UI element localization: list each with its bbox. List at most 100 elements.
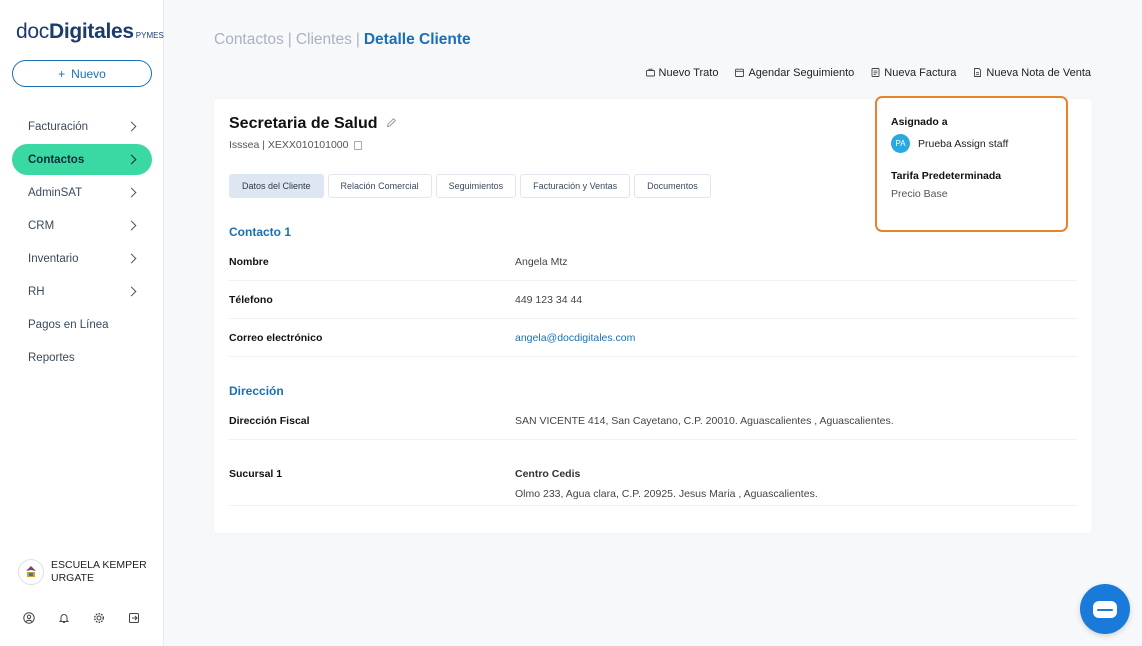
breadcrumb-contactos[interactable]: Contactos [214,31,284,48]
tab-label: Documentos [647,181,698,191]
brand-part1: doc [16,20,49,43]
staff-avatar: PA [891,134,910,153]
company-logo-icon [18,559,44,585]
row-label: Dirección Fiscal [229,415,310,427]
sidebar-item-label: RH [28,285,45,298]
sidebar-item-label: AdminSAT [28,186,83,199]
schedule-followup-label: Agendar Seguimiento [748,67,855,79]
new-button-label: Nuevo [71,66,106,81]
chevron-right-icon [126,220,137,231]
sidebar-item-contactos[interactable]: Contactos [12,144,152,175]
sidebar-item-label: Inventario [28,252,79,265]
sidebar-item-crm[interactable]: CRM [12,210,152,241]
tab-seguimientos[interactable]: Seguimientos [435,174,517,198]
tab-datos-del-cliente[interactable]: Datos del Cliente [229,174,324,198]
chevron-right-icon [126,187,137,198]
row-value: 449 123 34 44 [515,294,583,306]
email-link[interactable]: angela@docdigitales.com [515,332,635,344]
tarifa-value: Precio Base [891,188,948,200]
chevron-right-icon [126,253,137,264]
row-label: Correo electrónico [229,332,323,344]
calendar-icon [735,68,745,79]
new-invoice-label: Nueva Factura [884,67,957,79]
row-value: SAN VICENTE 414, San Cayetano, C.P. 2001… [515,415,894,427]
tab-documentos[interactable]: Documentos [634,174,711,198]
company-name: ESCUELA KEMPER URGATE [51,559,147,584]
row-label: Sucursal 1 [229,468,283,480]
sidebar-item-pagos-en-linea[interactable]: Pagos en Línea [12,309,152,340]
tab-label: Facturación y Ventas [533,181,618,191]
sidebar: doc Digitales PYMES + Nuevo Facturación Co… [0,0,164,646]
assigned-panel: Asignado a PA Prueba Assign staff Tarifa… [875,96,1068,232]
company-switcher[interactable]: ESCUELA KEMPER URGATE [18,559,151,585]
address-row-branch: Sucursal 1 Centro Cedis Olmo 233, Agua c… [229,461,1077,506]
tarifa-title: Tarifa Predeterminada [891,170,1002,182]
sidebar-item-inventario[interactable]: Inventario [12,243,152,274]
assigned-staff[interactable]: PA Prueba Assign staff [891,134,1008,153]
branch-name: Centro Cedis [515,468,581,480]
client-subtitle-row: Isssea | XEXX010101000 [229,139,363,151]
client-subtitle: Isssea | XEXX010101000 [229,139,349,151]
chat-button[interactable] [1080,584,1130,634]
address-row-fiscal: Dirección Fiscal SAN VICENTE 414, San Ca… [229,408,1077,440]
sidebar-item-facturacion[interactable]: Facturación [12,111,152,142]
assigned-title: Asignado a [891,116,948,128]
brand-logo[interactable]: doc Digitales PYMES [16,20,164,44]
contact-row-telefono: Télefono 449 123 34 44 [229,287,1077,319]
brand-part2: Digitales [48,20,134,43]
branch-address: Olmo 233, Agua clara, C.P. 20925. Jesus … [515,488,818,500]
breadcrumb-current: Detalle Cliente [363,31,471,48]
tab-label: Seguimientos [448,181,504,191]
sidebar-nav: Facturación Contactos AdminSAT CRM Inven… [12,111,152,375]
address-section-title: Dirección [229,384,284,398]
row-value: Centro Cedis Olmo 233, Agua clara, C.P. … [515,468,818,500]
contact-row-correo: Correo electrónico angela@docdigitales.c… [229,325,1077,357]
sidebar-item-reportes[interactable]: Reportes [12,342,152,373]
tab-relacion-comercial[interactable]: Relación Comercial [327,174,432,198]
breadcrumb-separator: | [355,31,360,48]
copy-icon[interactable] [354,140,363,150]
sidebar-item-label: Pagos en Línea [28,318,109,331]
sidebar-item-label: Facturación [28,120,89,133]
sidebar-item-rh[interactable]: RH [12,276,152,307]
sidebar-item-adminsat[interactable]: AdminSAT [12,177,152,208]
staff-name: Prueba Assign staff [918,137,1009,150]
bell-icon[interactable] [57,611,71,625]
chevron-right-icon [126,154,137,165]
breadcrumb-separator: | [287,31,292,48]
sidebar-item-label: Reportes [28,351,75,364]
chat-bubble-icon [1093,600,1117,618]
tab-facturacion-y-ventas[interactable]: Facturación y Ventas [520,174,631,198]
row-value: Angela Mtz [515,256,568,268]
brand-suffix: PYMES [135,31,164,40]
breadcrumb: Contactos | Clientes | Detalle Cliente [214,31,471,49]
new-deal-button[interactable]: Nuevo Trato [645,67,719,79]
plus-icon: + [58,66,66,81]
contact-section-title: Contacto 1 [229,225,292,239]
logout-icon[interactable] [127,611,141,625]
invoice-icon [871,67,880,79]
tab-label: Relación Comercial [340,181,419,191]
tab-label: Datos del Cliente [242,181,311,191]
client-name-row: Secretaria de Salud [229,115,397,133]
breadcrumb-clientes[interactable]: Clientes [296,31,352,48]
new-sales-note-button[interactable]: Nueva Nota de Venta [973,67,1091,79]
sidebar-item-label: CRM [28,219,55,232]
new-sales-note-label: Nueva Nota de Venta [986,67,1091,79]
new-deal-label: Nuevo Trato [658,67,719,79]
chevron-right-icon [126,286,137,297]
new-button[interactable]: + Nuevo [12,60,152,87]
user-icon[interactable] [22,611,36,625]
new-invoice-button[interactable]: Nueva Factura [871,67,956,79]
contact-row-nombre: Nombre Angela Mtz [229,249,1077,281]
gear-icon[interactable] [92,611,106,625]
receipt-icon [973,67,982,79]
client-tabs: Datos del Cliente Relación Comercial Seg… [229,174,711,198]
client-name: Secretaria de Salud [229,115,378,132]
row-label: Télefono [229,294,273,306]
edit-pencil-icon[interactable] [386,117,397,131]
schedule-followup-button[interactable]: Agendar Seguimiento [735,67,854,79]
header-actions: Nuevo Trato Agendar Seguimiento Nueva Fa… [645,67,1091,79]
sidebar-item-label: Contactos [28,153,85,166]
row-label: Nombre [229,256,269,268]
